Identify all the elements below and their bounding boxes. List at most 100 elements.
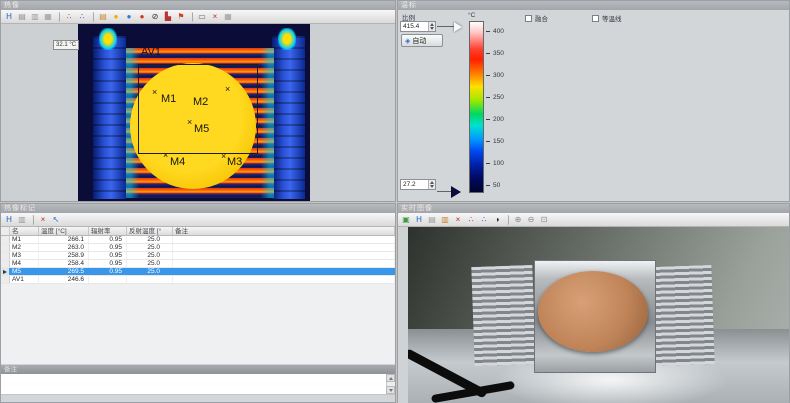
marker-m1-label[interactable]: M1 <box>161 94 176 105</box>
row-selector[interactable] <box>1 260 10 267</box>
marker-m5-cross[interactable]: × <box>187 118 192 127</box>
image-icon[interactable]: ▣ <box>400 214 412 226</box>
markers-panel-title: 热像标记 <box>1 204 395 213</box>
spot-red-icon[interactable]: ● <box>136 11 148 23</box>
save-icon[interactable]: H <box>3 11 15 23</box>
scale-min-value[interactable]: 27.2 <box>401 181 428 188</box>
cell-note <box>173 268 395 275</box>
delete-icon[interactable]: × <box>452 214 464 226</box>
fusion-checkbox[interactable]: 融合 <box>525 13 548 23</box>
profile-blue-icon[interactable]: ∴ <box>76 11 88 23</box>
table-empty-area <box>1 284 395 365</box>
cell-emissivity <box>89 276 127 283</box>
area-rect-icon[interactable]: ▭ <box>196 11 208 23</box>
tick-mark <box>486 53 490 54</box>
print-icon[interactable]: ▦ <box>42 11 54 23</box>
M5[interactable]: M5 269.5 0.95 25.0 <box>1 268 395 276</box>
auto-scale-button[interactable]: ◈ 自动 <box>401 34 443 47</box>
marker-m2-label[interactable]: M2 <box>193 97 208 108</box>
zoom-fit-icon[interactable]: ⊡ <box>538 214 550 226</box>
spot-yellow-icon[interactable]: ● <box>110 11 122 23</box>
scroll-down-button[interactable] <box>386 386 395 394</box>
table-body: M1 266.1 0.95 25.0 M2 263.0 0.95 25.0 M3… <box>1 236 395 284</box>
row-selector[interactable] <box>1 252 10 259</box>
thermal-toolbar: H▤▥▦∴∴▤●●●⊘▙⚑▭×▦ <box>1 10 395 24</box>
config-icon[interactable]: ▦ <box>222 11 234 23</box>
scale-max-input[interactable]: 415.4 <box>400 21 436 32</box>
copy-icon[interactable]: ▥ <box>16 214 28 226</box>
cursor-icon[interactable]: ↖ <box>50 214 62 226</box>
scale-min-marker[interactable] <box>451 186 461 198</box>
header-name[interactable]: 名 <box>10 227 39 235</box>
header-reflected[interactable]: 反射温度 [° <box>127 227 173 235</box>
heatsink-left-column <box>93 36 126 199</box>
scale-max-marker[interactable] <box>454 22 462 32</box>
zoom-in-icon[interactable]: ⊕ <box>512 214 524 226</box>
separator <box>57 12 60 22</box>
report-icon[interactable]: ▤ <box>16 11 28 23</box>
marker-m5-label[interactable]: M5 <box>194 124 209 135</box>
area-av1-rectangle[interactable] <box>138 64 258 154</box>
scale-max-value[interactable]: 415.4 <box>401 23 428 30</box>
link-red-icon[interactable]: ∴ <box>465 214 477 226</box>
delete-icon[interactable]: × <box>209 11 221 23</box>
marker-m3-label[interactable]: M3 <box>227 157 242 168</box>
save-icon[interactable]: H <box>413 214 425 226</box>
histogram-icon[interactable]: ▙ <box>162 11 174 23</box>
header-note[interactable]: 备注 <box>173 227 395 235</box>
notes-scrollbar[interactable] <box>386 374 395 394</box>
area-av1-label[interactable]: AV1 <box>141 46 161 58</box>
M2[interactable]: M2 263.0 0.95 25.0 <box>1 244 395 252</box>
header-emissivity[interactable]: 辐射率 <box>89 227 127 235</box>
save-icon[interactable]: H <box>3 214 15 226</box>
row-selector[interactable] <box>1 276 10 283</box>
checkbox-box[interactable] <box>592 15 599 22</box>
report-icon[interactable]: ▤ <box>426 214 438 226</box>
visible-photo-panel: 实时图像 ▣H▤▥×∴∴◑⊕⊖⊡ <box>397 203 790 403</box>
scroll-up-button[interactable] <box>386 374 395 382</box>
max-connector-line <box>437 26 454 27</box>
checkbox-box[interactable] <box>525 15 532 22</box>
row-selector[interactable] <box>1 244 10 251</box>
notes-textarea[interactable] <box>1 374 395 395</box>
marker-m3-cross[interactable]: × <box>221 152 226 161</box>
marker-m4-cross[interactable]: × <box>163 151 168 160</box>
scale-tick: 350 <box>486 48 526 58</box>
copy-icon[interactable]: ▥ <box>29 11 41 23</box>
tick-label: 250 <box>493 94 504 101</box>
tick-label: 400 <box>493 28 504 35</box>
delete-icon[interactable]: × <box>37 214 49 226</box>
tick-mark <box>486 141 490 142</box>
palette-icon[interactable]: ▤ <box>97 11 109 23</box>
tick-label: 200 <box>493 116 504 123</box>
profile-red-icon[interactable]: ∴ <box>63 11 75 23</box>
marker-m2-cross[interactable]: × <box>225 85 230 94</box>
zoom-out-icon[interactable]: ⊖ <box>525 214 537 226</box>
link-blue-icon[interactable]: ∴ <box>478 214 490 226</box>
separator <box>506 215 509 225</box>
flag-icon[interactable]: ⚑ <box>175 11 187 23</box>
marker-m4-label[interactable]: M4 <box>170 157 185 168</box>
spot-blue-icon[interactable]: ● <box>123 11 135 23</box>
marker-m1-cross[interactable]: × <box>152 88 157 97</box>
row-selector[interactable] <box>1 236 10 243</box>
photo-panel-title: 实时图像 <box>398 204 789 213</box>
spot-off-icon[interactable]: ⊘ <box>149 11 161 23</box>
M4[interactable]: M4 258.4 0.95 25.0 <box>1 260 395 268</box>
tick-label: 300 <box>493 72 504 79</box>
paste-icon[interactable]: ▥ <box>439 214 451 226</box>
scale-min-input[interactable]: 27.2 <box>400 179 436 190</box>
max-spinner[interactable] <box>428 22 435 31</box>
header-temperature[interactable]: 温度 [°C] <box>39 227 89 235</box>
isotherm-checkbox[interactable]: 等温线 <box>592 13 622 23</box>
min-spinner[interactable] <box>428 180 435 189</box>
cell-note <box>173 252 395 259</box>
cell-emissivity: 0.95 <box>89 260 127 267</box>
AV1[interactable]: AV1 246.6 <box>1 276 395 284</box>
M3[interactable]: M3 258.9 0.95 25.0 <box>1 252 395 260</box>
spot-temperature-note[interactable]: 32.1 °C <box>53 40 79 50</box>
temperature-colorbar <box>469 21 484 193</box>
M1[interactable]: M1 266.1 0.95 25.0 <box>1 236 395 244</box>
row-selector[interactable] <box>1 268 10 275</box>
contrast-icon[interactable]: ◑ <box>491 214 503 226</box>
